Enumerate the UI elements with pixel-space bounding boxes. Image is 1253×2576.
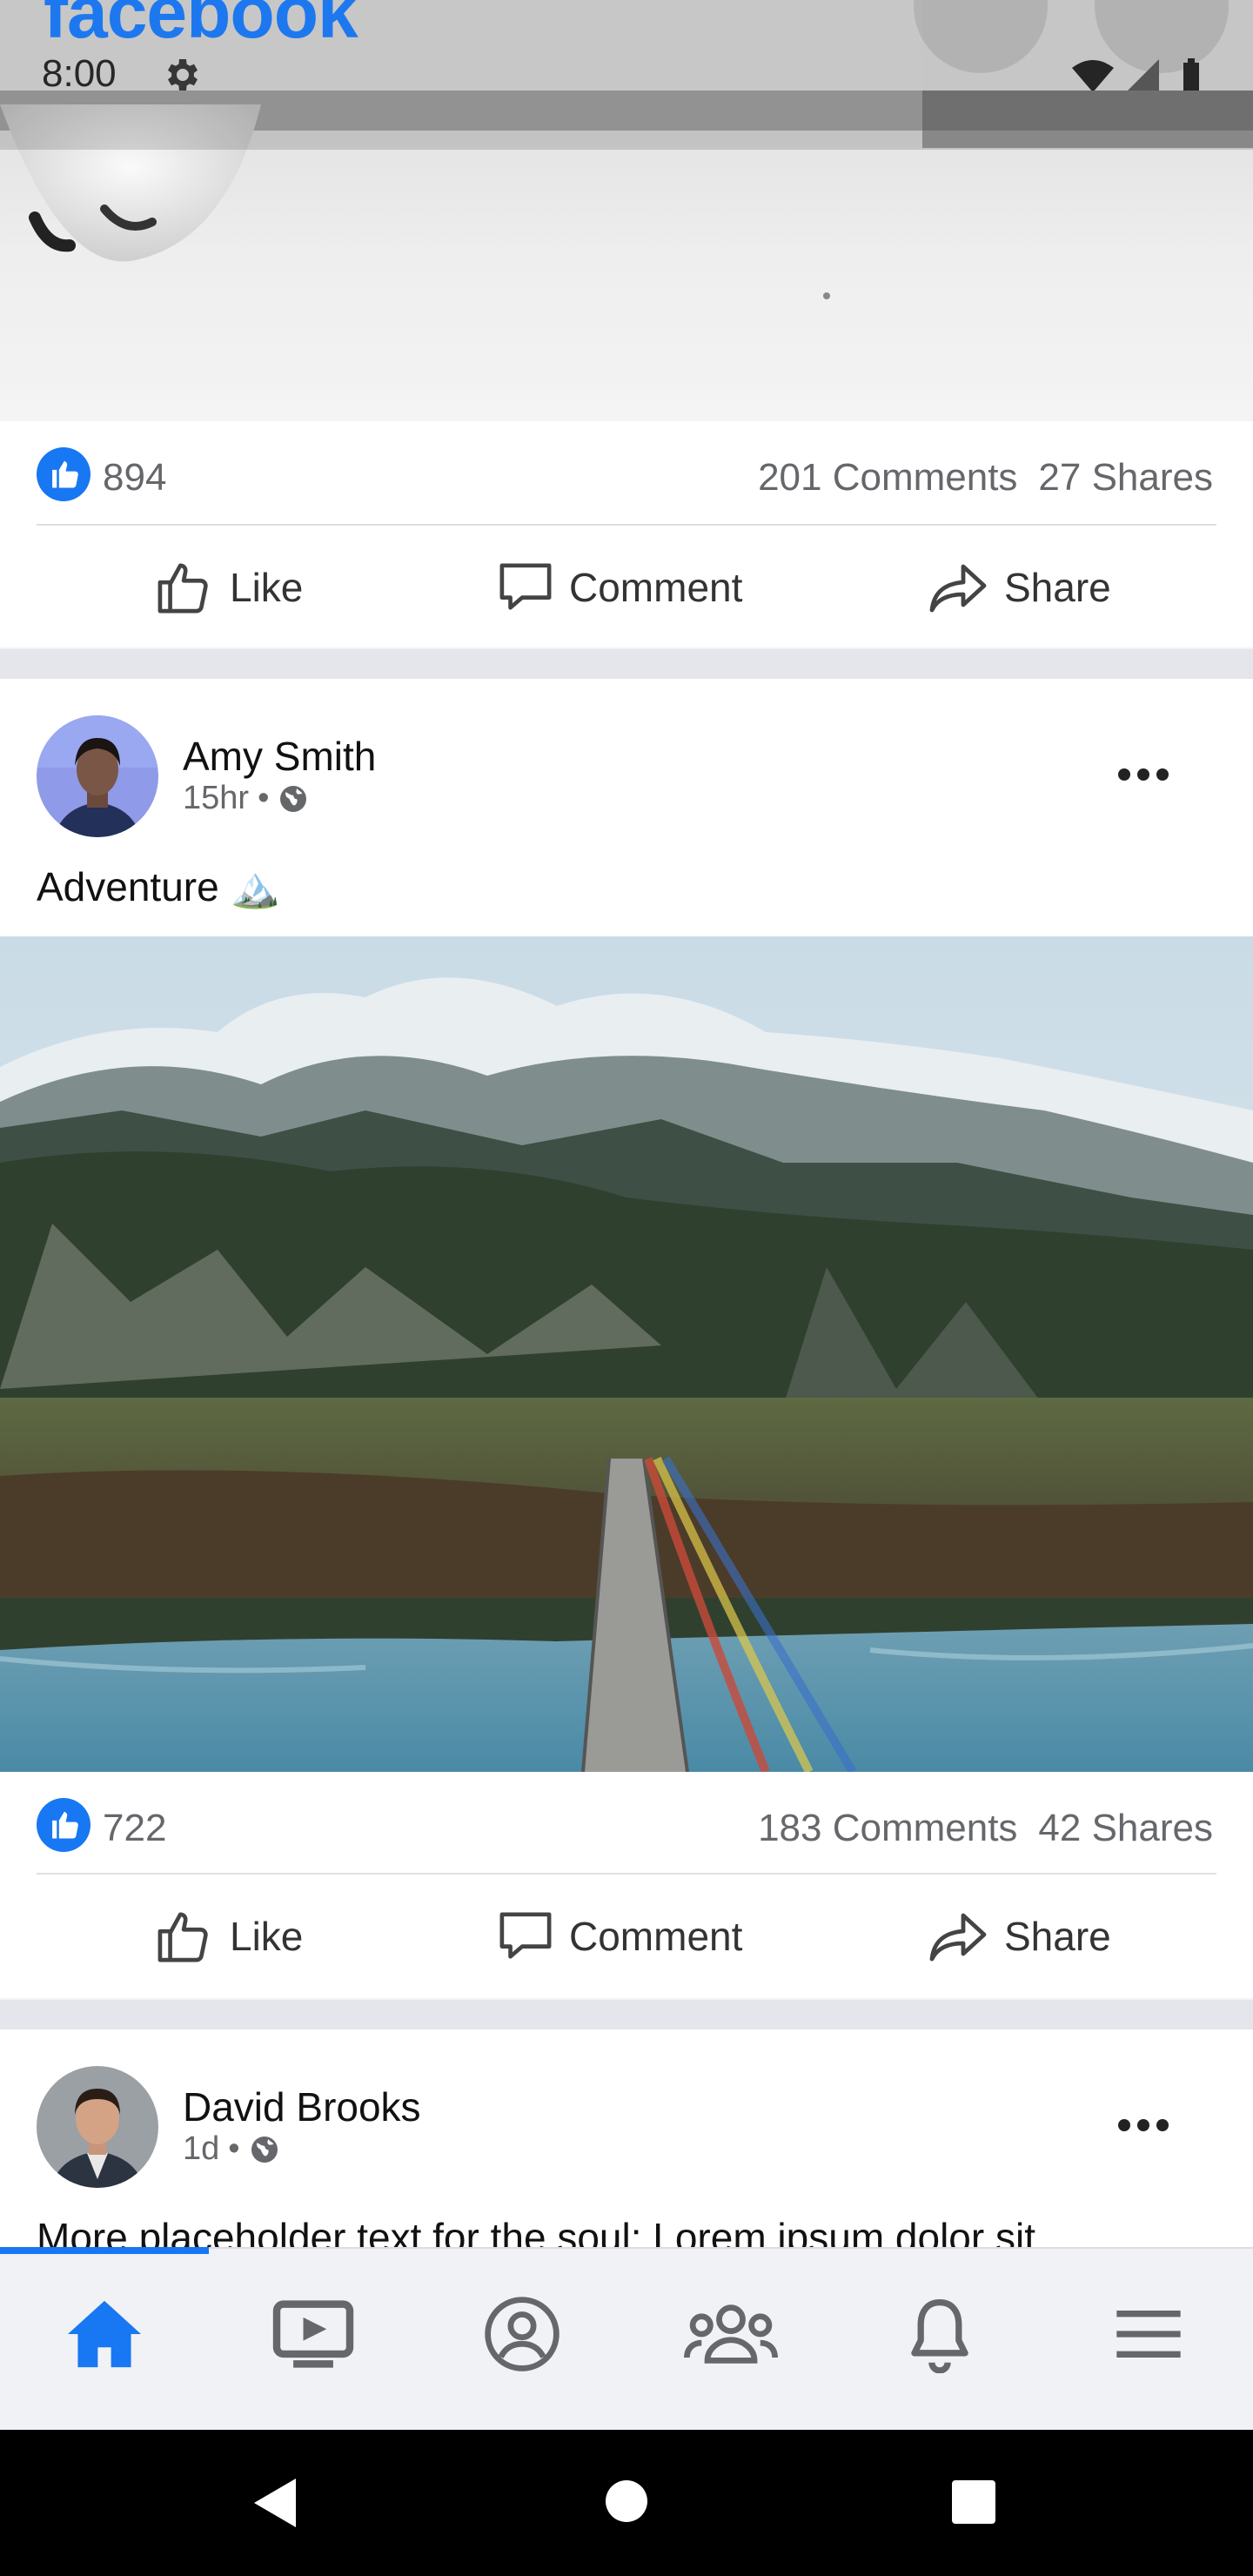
header-shadow [0,91,1253,150]
profile-icon [485,2297,559,2371]
wifi-icon [1072,60,1114,91]
active-tab-indicator [0,2247,209,2254]
like-button[interactable]: Like [157,1888,303,1984]
divider [37,1873,1216,1875]
share-count[interactable]: 42 Shares [1038,1807,1213,1849]
post-meta: 15hr • [183,780,309,817]
post-meta: 1d • [183,2130,280,2168]
more-options-icon[interactable] [1116,2116,1171,2134]
meta-dot: • [228,2130,240,2167]
home-circle-icon[interactable] [604,2479,649,2524]
thumbs-up-icon [157,563,208,614]
post-image[interactable] [0,936,1253,1772]
share-icon [929,1913,987,1962]
comment-button[interactable]: Comment [498,540,742,635]
share-label: Share [1004,565,1111,610]
globe-icon [280,785,307,812]
nav-profile[interactable] [418,2273,626,2395]
like-label: Like [230,1914,304,1959]
comments-shares-summary[interactable]: 201 Comments 27 Shares [737,456,1213,500]
system-status-icons [1072,58,1199,91]
comment-count[interactable]: 201 Comments [758,456,1017,499]
avatar[interactable] [37,2066,158,2188]
share-count[interactable]: 27 Shares [1038,456,1213,499]
meta-dot: • [258,780,270,816]
menu-icon [1116,2311,1181,2358]
like-count[interactable]: 722 [103,1807,166,1850]
system-navigation-bar [0,2430,1253,2576]
like-reaction-icon [37,447,90,501]
nav-video[interactable] [209,2273,418,2395]
globe-icon [251,2136,278,2163]
share-label: Share [1004,1914,1111,1959]
back-icon[interactable] [251,2475,299,2531]
groups-icon [684,2304,778,2364]
like-count[interactable]: 894 [103,456,166,500]
nav-groups[interactable] [626,2273,835,2395]
comment-label: Comment [569,1914,743,1959]
signal-icon [1128,59,1159,91]
divider [37,524,1216,526]
post-time[interactable]: 15hr [183,780,249,817]
avatar[interactable] [37,715,158,837]
more-options-icon[interactable] [1116,766,1171,783]
nav-notifications[interactable] [835,2273,1044,2395]
recents-icon[interactable] [950,2479,997,2526]
comment-button[interactable]: Comment [498,1888,742,1984]
app-header: facebook 8:00 [0,0,1253,91]
like-reaction-icon [37,1798,90,1852]
nav-menu[interactable] [1044,2273,1253,2395]
home-icon [68,2300,141,2368]
post-time[interactable]: 1d [183,2130,219,2168]
gear-icon [168,59,198,91]
post-author[interactable]: David Brooks [183,2083,421,2130]
share-icon [929,564,987,613]
search-button[interactable] [914,0,1048,73]
comments-shares-summary[interactable]: 183 Comments 42 Shares [737,1807,1213,1850]
notifications-icon [911,2299,968,2373]
post-separator [0,649,1253,679]
post-author[interactable]: Amy Smith [183,733,376,780]
share-button[interactable]: Share [928,1888,1111,1984]
share-button[interactable]: Share [928,540,1111,635]
post-text: Adventure 🏔️ [37,864,280,909]
status-time: 8:00 [42,52,117,91]
nav-home[interactable] [0,2273,209,2395]
facebook-logo[interactable]: facebook [44,0,358,55]
comment-label: Comment [569,565,743,610]
post-card: Amy Smith 15hr • Adventure 🏔️ 722 183 Co… [0,679,1253,1998]
comment-count[interactable]: 183 Comments [758,1807,1017,1849]
post-separator [0,2000,1253,2029]
post-card: David Brooks 1d • More placeholder text … [0,2029,1253,2256]
battery-icon [1183,63,1199,91]
like-button[interactable]: Like [157,540,303,635]
comment-icon [499,1912,552,1959]
thumbs-up-icon [157,1912,208,1962]
video-icon [272,2300,354,2368]
like-label: Like [230,565,304,610]
comment-icon [499,563,552,610]
